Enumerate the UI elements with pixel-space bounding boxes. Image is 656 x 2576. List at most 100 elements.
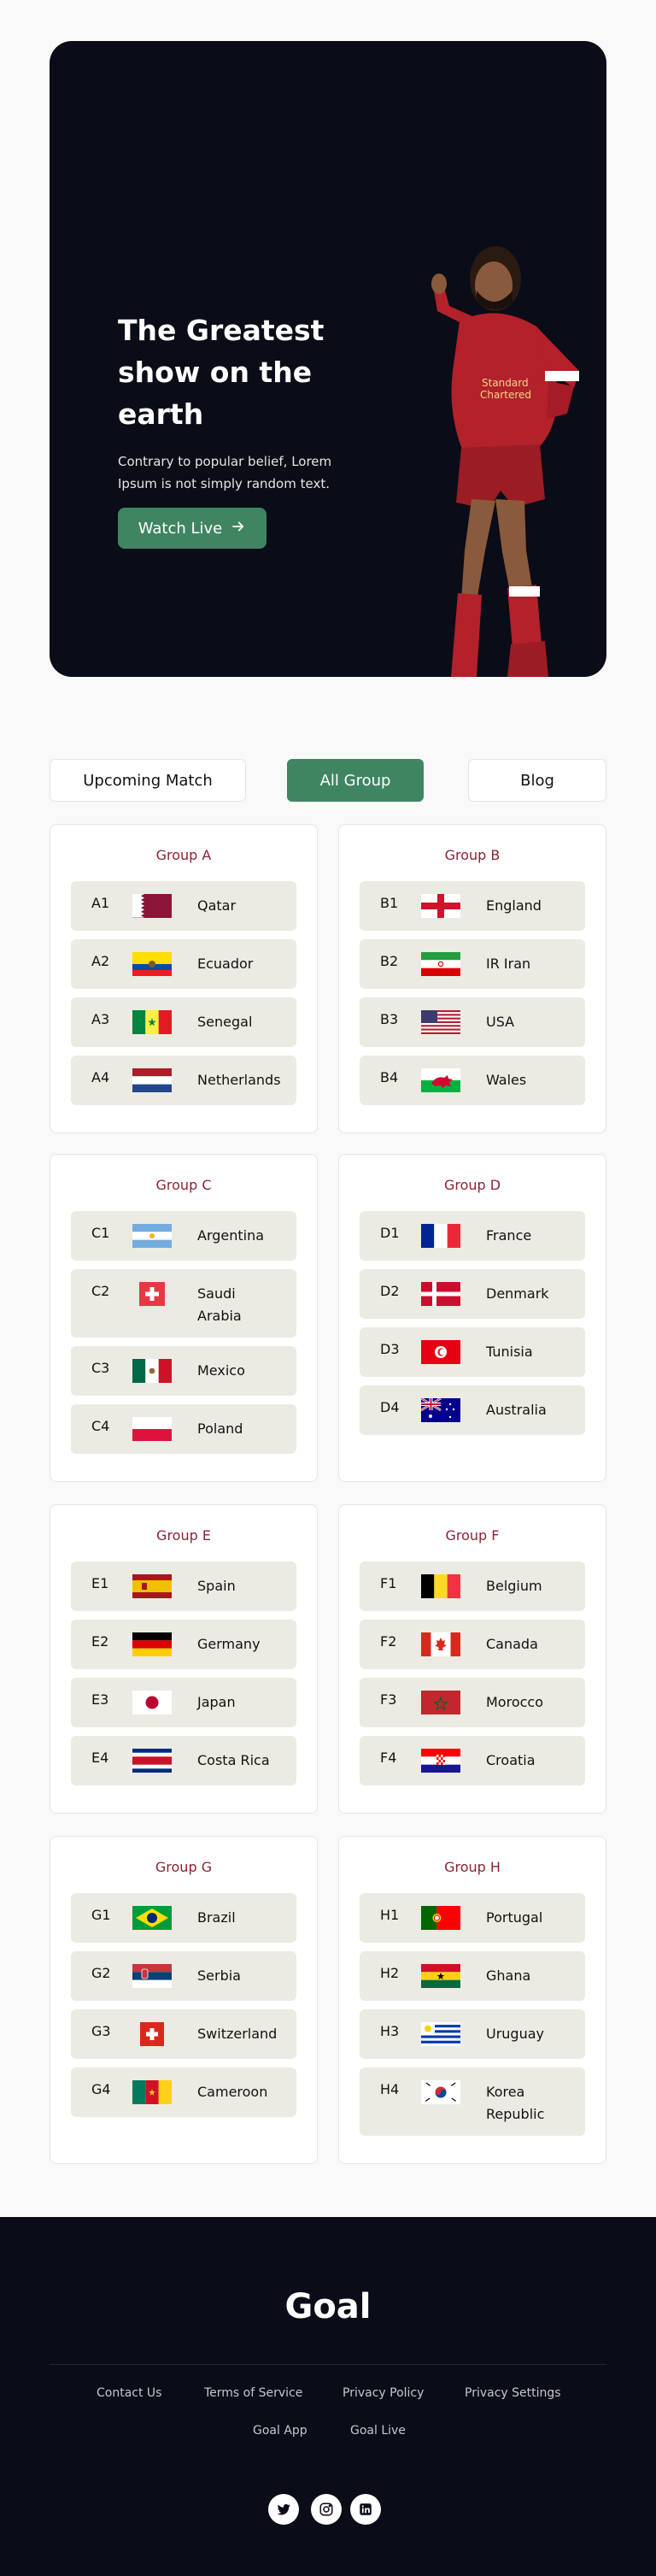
belgium-flag-icon — [421, 1574, 460, 1598]
footer-link-privacy-policy[interactable]: Privacy Policy — [343, 2386, 424, 2400]
team-code: F3 — [380, 1691, 397, 1708]
switzerland-flag-icon — [132, 2022, 172, 2046]
footer-link-goal-live[interactable]: Goal Live — [350, 2424, 406, 2438]
team-code: A2 — [91, 953, 110, 969]
team-code: H2 — [380, 1965, 400, 1981]
footer-link-goal-app[interactable]: Goal App — [253, 2424, 308, 2438]
team-row[interactable]: G1 Brazil — [71, 1893, 296, 1943]
team-code: G4 — [91, 2081, 111, 2097]
footer-link-terms-of-service[interactable]: Terms of Service — [204, 2386, 302, 2400]
footer-logo: Goal — [284, 2287, 372, 2326]
team-row[interactable]: E1 Spain — [71, 1561, 296, 1611]
tab-blog[interactable]: Blog — [468, 759, 606, 802]
team-name: Spain — [197, 1578, 236, 1594]
portugal-flag-icon — [421, 1906, 460, 1930]
team-row[interactable]: B1 England — [360, 881, 585, 931]
team-row[interactable]: E3 Japan — [71, 1678, 296, 1727]
team-code: H1 — [380, 1907, 400, 1923]
team-name: Portugal — [486, 1909, 543, 1926]
tab-all-group[interactable]: All Group — [287, 759, 424, 802]
team-code: G2 — [91, 1965, 111, 1981]
team-code: C3 — [91, 1360, 110, 1376]
team-name: Uruguay — [486, 2026, 544, 2042]
team-row[interactable]: F2 Canada — [360, 1620, 585, 1669]
hero-banner: The Greatest show on the earth Contrary … — [50, 41, 606, 677]
arrow-right-icon — [231, 519, 246, 538]
team-row[interactable]: A2 Ecuador — [71, 939, 296, 989]
team-code: D3 — [380, 1341, 400, 1357]
team-row[interactable]: H1 Portugal — [360, 1893, 585, 1943]
team-code: C2 — [91, 1283, 110, 1299]
uruguay-flag-icon — [421, 2022, 460, 2046]
group-title: Group E — [156, 1527, 211, 1544]
twitter-icon[interactable] — [268, 2494, 299, 2525]
hero-title-line-1: The Greatest — [118, 314, 325, 347]
footer-link-contact-us[interactable]: Contact Us — [97, 2386, 161, 2400]
tab-upcoming-match[interactable]: Upcoming Match — [50, 759, 246, 802]
watch-live-label: Watch Live — [138, 519, 223, 538]
team-row[interactable]: D3 Tunisia — [360, 1327, 585, 1377]
watch-live-button[interactable]: Watch Live — [118, 508, 266, 549]
section-tabs: Upcoming Match All Group Blog — [50, 759, 606, 802]
cameroon-flag-icon — [132, 2080, 172, 2104]
team-name: Morocco — [486, 1694, 543, 1710]
team-name: Korea Republic — [486, 2084, 545, 2122]
team-row[interactable]: F4 Croatia — [360, 1736, 585, 1785]
instagram-icon[interactable] — [311, 2494, 342, 2525]
team-row[interactable]: A3 Senegal — [71, 997, 296, 1047]
team-row[interactable]: B2 IR Iran — [360, 939, 585, 989]
costa-rica-flag-icon — [132, 1749, 172, 1773]
team-row[interactable]: H2 Ghana — [360, 1951, 585, 2001]
group-card-group-d: Group D D1 France D2 Denmark D3 Tunisia D4 Austr… — [338, 1154, 606, 1482]
team-code: G3 — [91, 2023, 111, 2039]
germany-flag-icon — [132, 1632, 172, 1656]
team-name: Poland — [197, 1420, 243, 1437]
team-row[interactable]: A4 Netherlands — [71, 1056, 296, 1105]
football-player-image: Standard Chartered — [431, 246, 579, 677]
team-row[interactable]: H4 Korea Republic — [360, 2067, 585, 2136]
team-row[interactable]: G2 Serbia — [71, 1951, 296, 2001]
team-row[interactable]: B3 USA — [360, 997, 585, 1047]
team-name: Cameroon — [197, 2084, 268, 2100]
team-code: A1 — [91, 895, 110, 911]
team-name: Australia — [486, 1402, 547, 1418]
team-row[interactable]: H3 Uruguay — [360, 2009, 585, 2059]
croatia-flag-icon — [421, 1749, 460, 1773]
team-row[interactable]: D2 Denmark — [360, 1269, 585, 1319]
team-row[interactable]: B4 Wales — [360, 1056, 585, 1105]
group-card-group-b: Group B B1 England B2 IR Iran B3 USA B4 Wales — [338, 824, 606, 1133]
team-code: F4 — [380, 1750, 397, 1766]
denmark-flag-icon — [421, 1282, 460, 1306]
team-row[interactable]: D1 France — [360, 1211, 585, 1261]
australia-flag-icon — [421, 1398, 460, 1422]
team-row[interactable]: G4 Cameroon — [71, 2067, 296, 2117]
linkedin-icon[interactable] — [350, 2494, 381, 2525]
team-code: B3 — [380, 1011, 399, 1027]
team-row[interactable]: C2 Saudi Arabia — [71, 1269, 296, 1338]
team-name: Argentina — [197, 1227, 265, 1244]
group-card-group-c: Group C C1 Argentina C2 Saudi Arabia C3 Mexico… — [50, 1154, 318, 1482]
team-name: Ghana — [486, 1967, 531, 1984]
team-name: Netherlands — [197, 1072, 281, 1088]
team-row[interactable]: C3 Mexico — [71, 1346, 296, 1396]
team-row[interactable]: E4 Costa Rica — [71, 1736, 296, 1785]
team-row[interactable]: C4 Poland — [71, 1404, 296, 1454]
footer-link-privacy-settings[interactable]: Privacy Settings — [465, 2386, 561, 2400]
team-code: B1 — [380, 895, 399, 911]
team-code: E1 — [91, 1575, 109, 1591]
team-row[interactable]: F1 Belgium — [360, 1561, 585, 1611]
team-row[interactable]: A1 Qatar — [71, 881, 296, 931]
team-name: Saudi Arabia — [197, 1285, 242, 1324]
team-row[interactable]: G3 Switzerland — [71, 2009, 296, 2059]
svg-text:Standard: Standard — [482, 377, 529, 389]
team-row[interactable]: E2 Germany — [71, 1620, 296, 1669]
morocco-flag-icon — [421, 1691, 460, 1714]
team-row[interactable]: C1 Argentina — [71, 1211, 296, 1261]
netherlands-flag-icon — [132, 1068, 172, 1092]
team-row[interactable]: D4 Australia — [360, 1385, 585, 1435]
team-name: Mexico — [197, 1362, 245, 1379]
ghana-flag-icon — [421, 1964, 460, 1988]
team-code: D2 — [380, 1283, 400, 1299]
team-code: G1 — [91, 1907, 111, 1923]
team-row[interactable]: F3 Morocco — [360, 1678, 585, 1727]
